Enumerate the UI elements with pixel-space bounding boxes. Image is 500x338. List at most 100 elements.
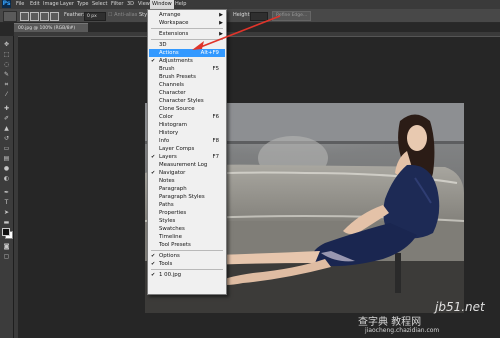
menu-item-label: Options — [159, 253, 180, 259]
menu-item-shortcut: F8 — [212, 138, 219, 144]
menu-type[interactable]: Type — [77, 0, 88, 9]
menu-item-brush-presets[interactable]: Brush Presets — [149, 73, 225, 81]
move-tool-icon[interactable]: ✥ — [3, 42, 10, 48]
menu-item-label: Styles — [159, 218, 176, 224]
menu-layer[interactable]: Layer — [60, 0, 74, 9]
shape-tool-icon[interactable]: ▬ — [3, 220, 10, 226]
menu-item-1-00-jpg[interactable]: ✔ 1 00.jpg — [149, 271, 225, 279]
menu-item-color[interactable]: Color F6 — [149, 113, 225, 121]
menu-item-label: Paragraph Styles — [159, 194, 205, 200]
checkmark-icon: ✔ — [151, 272, 156, 278]
menu-item-layers[interactable]: ✔ Layers F7 — [149, 153, 225, 161]
menu-item-label: Timeline — [159, 234, 182, 240]
feather-input[interactable]: 0 px — [84, 12, 106, 21]
feather-label: Feather: — [64, 12, 85, 18]
marquee-tool-icon[interactable]: ⬚ — [3, 52, 10, 58]
arrow-head — [192, 41, 204, 50]
menu-item-label: Properties — [159, 210, 187, 216]
menu-item-label: Brush Presets — [159, 74, 196, 80]
anti-alias-label: Anti-alias — [114, 12, 138, 18]
menu-item-paragraph-styles[interactable]: Paragraph Styles — [149, 193, 225, 201]
menu-view[interactable]: View — [138, 0, 150, 9]
menu-item-brush[interactable]: Brush F5 — [149, 65, 225, 73]
lasso-tool-icon[interactable]: ◌ — [3, 62, 10, 68]
menu-item-timeline[interactable]: Timeline — [149, 233, 225, 241]
subtract-selection-icon[interactable] — [40, 12, 49, 21]
new-selection-icon[interactable] — [20, 12, 29, 21]
menu-item-label: Layers — [159, 154, 177, 160]
menu-item-label: Navigator — [159, 170, 186, 176]
menu-item-clone-source[interactable]: Clone Source — [149, 105, 225, 113]
menu-separator — [151, 269, 223, 270]
path-select-tool-icon[interactable]: ➤ — [3, 210, 10, 216]
menu-item-navigator[interactable]: ✔ Navigator — [149, 169, 225, 177]
menu-item-measurement-log[interactable]: Measurement Log — [149, 161, 225, 169]
menu-item-label: Layer Comps — [159, 146, 195, 152]
menu-item-adjustments[interactable]: ✔ Adjustments — [149, 57, 225, 65]
crop-tool-icon[interactable]: ⌗ — [3, 82, 10, 88]
menu-item-notes[interactable]: Notes — [149, 177, 225, 185]
quick-select-tool-icon[interactable]: ✎ — [3, 72, 10, 78]
menu-window[interactable]: Window — [150, 0, 174, 9]
anti-alias-checkbox[interactable]: ☐ Anti-alias — [108, 9, 137, 22]
menu-item-label: Histogram — [159, 122, 187, 128]
menu-item-character[interactable]: Character — [149, 89, 225, 97]
tools-panel: ✥ ⬚ ◌ ✎ ⌗ ⁄ ✚ ✐ ▲ ↺ ▭ ▤ ● ◐ ✒ T ➤ ▬ ◙ ▢ — [0, 36, 14, 338]
clone-stamp-tool-icon[interactable]: ▲ — [3, 126, 10, 132]
menu-item-histogram[interactable]: Histogram — [149, 121, 225, 129]
menu-3d[interactable]: 3D — [127, 0, 134, 9]
menu-item-info[interactable]: Info F8 — [149, 137, 225, 145]
add-to-selection-icon[interactable] — [30, 12, 39, 21]
menu-item-options[interactable]: ✔ Options — [149, 252, 225, 260]
menu-item-label: Info — [159, 138, 170, 144]
menu-item-label: Tools — [159, 261, 173, 267]
brush-tool-icon[interactable]: ✐ — [3, 116, 10, 122]
menu-item-swatches[interactable]: Swatches — [149, 225, 225, 233]
menu-item-character-styles[interactable]: Character Styles — [149, 97, 225, 105]
tool-preset-picker[interactable] — [3, 11, 17, 22]
checkmark-icon: ✔ — [151, 261, 156, 267]
menu-filter[interactable]: Filter — [111, 0, 123, 9]
watermark-site: jb51.net — [435, 300, 485, 314]
menu-item-label: Channels — [159, 82, 184, 88]
type-tool-icon[interactable]: T — [3, 200, 10, 206]
menu-item-channels[interactable]: Channels — [149, 81, 225, 89]
menu-item-shortcut: F6 — [212, 114, 219, 120]
intersect-selection-icon[interactable] — [50, 12, 59, 21]
menu-item-label: Notes — [159, 178, 175, 184]
blur-tool-icon[interactable]: ● — [3, 166, 10, 172]
menu-item-styles[interactable]: Styles — [149, 217, 225, 225]
foreground-color-swatch[interactable] — [2, 228, 10, 236]
menu-select[interactable]: Select — [92, 0, 107, 9]
quick-mask-icon[interactable]: ◙ — [3, 244, 10, 250]
menu-item-tools[interactable]: ✔ Tools — [149, 260, 225, 268]
watermark-url: jiaocheng.chazidian.com — [365, 327, 440, 334]
checkmark-icon: ✔ — [151, 170, 156, 176]
menu-edit[interactable]: Edit — [30, 0, 40, 9]
gradient-tool-icon[interactable]: ▤ — [3, 156, 10, 162]
pen-tool-icon[interactable]: ✒ — [3, 190, 10, 196]
healing-brush-tool-icon[interactable]: ✚ — [3, 106, 10, 112]
menu-item-label: Clone Source — [159, 106, 195, 112]
menu-item-history[interactable]: History — [149, 129, 225, 137]
eraser-tool-icon[interactable]: ▭ — [3, 146, 10, 152]
screen-mode-icon[interactable]: ▢ — [3, 254, 10, 260]
menu-item-label: Character Styles — [159, 98, 204, 104]
menu-item-properties[interactable]: Properties — [149, 209, 225, 217]
menu-item-paragraph[interactable]: Paragraph — [149, 185, 225, 193]
dodge-tool-icon[interactable]: ◐ — [3, 176, 10, 182]
menu-item-shortcut: F5 — [212, 66, 219, 72]
checkmark-icon: ✔ — [151, 58, 156, 64]
arrow-line — [197, 15, 281, 49]
menu-image[interactable]: Image — [43, 0, 59, 9]
menu-item-layer-comps[interactable]: Layer Comps — [149, 145, 225, 153]
menu-item-label: Brush — [159, 66, 175, 72]
eyedropper-tool-icon[interactable]: ⁄ — [3, 92, 10, 98]
menu-item-label: 3D — [159, 42, 167, 48]
menu-file[interactable]: File — [16, 0, 24, 9]
history-brush-tool-icon[interactable]: ↺ — [3, 136, 10, 142]
menu-item-label: Color — [159, 114, 174, 120]
menu-item-paths[interactable]: Paths — [149, 201, 225, 209]
menu-help[interactable]: Help — [175, 0, 186, 9]
menu-item-tool-presets[interactable]: Tool Presets — [149, 241, 225, 249]
